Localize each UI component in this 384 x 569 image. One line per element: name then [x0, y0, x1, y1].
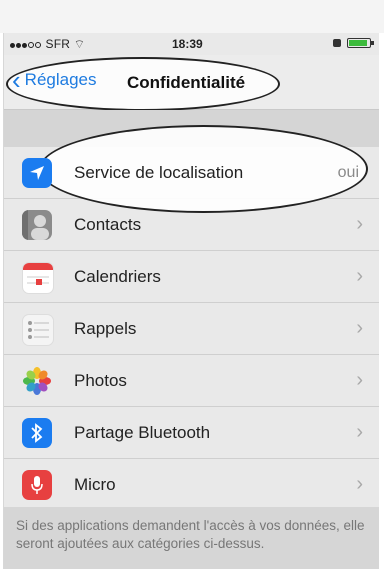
list-item-label: Photos: [74, 370, 127, 390]
list-item-label: Micro: [74, 474, 116, 494]
back-button[interactable]: ‹ Réglages: [12, 65, 97, 95]
contacts-icon: [22, 210, 52, 240]
wifi-icon: ⌔: [73, 37, 86, 51]
chevron-right-icon: ›: [356, 265, 363, 287]
chevron-right-icon: ›: [356, 213, 363, 235]
footer-note: Si des applications demandent l'accès à …: [4, 507, 379, 569]
list-item-photos[interactable]: Photos ›: [4, 355, 379, 407]
signal-dot: [16, 43, 21, 48]
chevron-right-icon: ›: [356, 317, 363, 339]
signal-dot-empty: [28, 42, 34, 48]
photos-icon: [22, 366, 52, 396]
list-item-location-services[interactable]: Service de localisation oui: [4, 125, 379, 213]
location-arrow-icon: [22, 158, 52, 188]
chevron-right-icon: ›: [356, 369, 363, 391]
signal-dot: [22, 43, 27, 48]
signal-dot-empty: [35, 42, 41, 48]
list-item-microphone[interactable]: Micro ›: [4, 459, 379, 511]
calendar-icon: [22, 262, 54, 294]
carrier-name: SFR: [45, 37, 71, 51]
phone-screen: SFR ⌔ 18:39 ‹ Réglages Confidentialité S…: [3, 33, 379, 569]
status-right: [333, 38, 374, 48]
signal-dot: [10, 43, 15, 48]
bluetooth-icon: [22, 418, 52, 448]
chevron-right-icon: ›: [356, 421, 363, 443]
chevron-left-icon: ‹: [12, 65, 21, 95]
list-item-label: Calendriers: [74, 266, 161, 286]
list-item-calendars[interactable]: Calendriers ›: [4, 251, 379, 303]
microphone-icon: [22, 470, 52, 500]
list-item-value: oui: [337, 163, 359, 181]
reminders-icon: [22, 314, 54, 346]
list-item-label: Rappels: [74, 318, 137, 338]
rotation-lock-icon: [333, 39, 341, 47]
list-item-bluetooth-sharing[interactable]: Partage Bluetooth ›: [4, 407, 379, 459]
list-item-contacts[interactable]: Contacts ›: [4, 199, 379, 251]
list-item-label: Contacts: [74, 214, 142, 234]
battery-icon: [347, 38, 374, 48]
navigation-bar: ‹ Réglages Confidentialité: [4, 55, 379, 111]
page-title: Confidentialité: [127, 73, 246, 92]
back-label: Réglages: [24, 70, 97, 89]
top-bleed: [0, 0, 384, 33]
clock: 18:39: [172, 37, 203, 51]
chevron-right-icon: ›: [356, 473, 363, 495]
list-item-reminders[interactable]: Rappels ›: [4, 303, 379, 355]
list-item-label: Service de localisation: [74, 162, 244, 182]
privacy-list: Service de localisation oui Contacts › C…: [4, 125, 379, 511]
status-bar: SFR ⌔ 18:39: [4, 33, 379, 55]
list-item-label: Partage Bluetooth: [74, 422, 211, 442]
carrier-signal: SFR ⌔: [10, 37, 85, 52]
